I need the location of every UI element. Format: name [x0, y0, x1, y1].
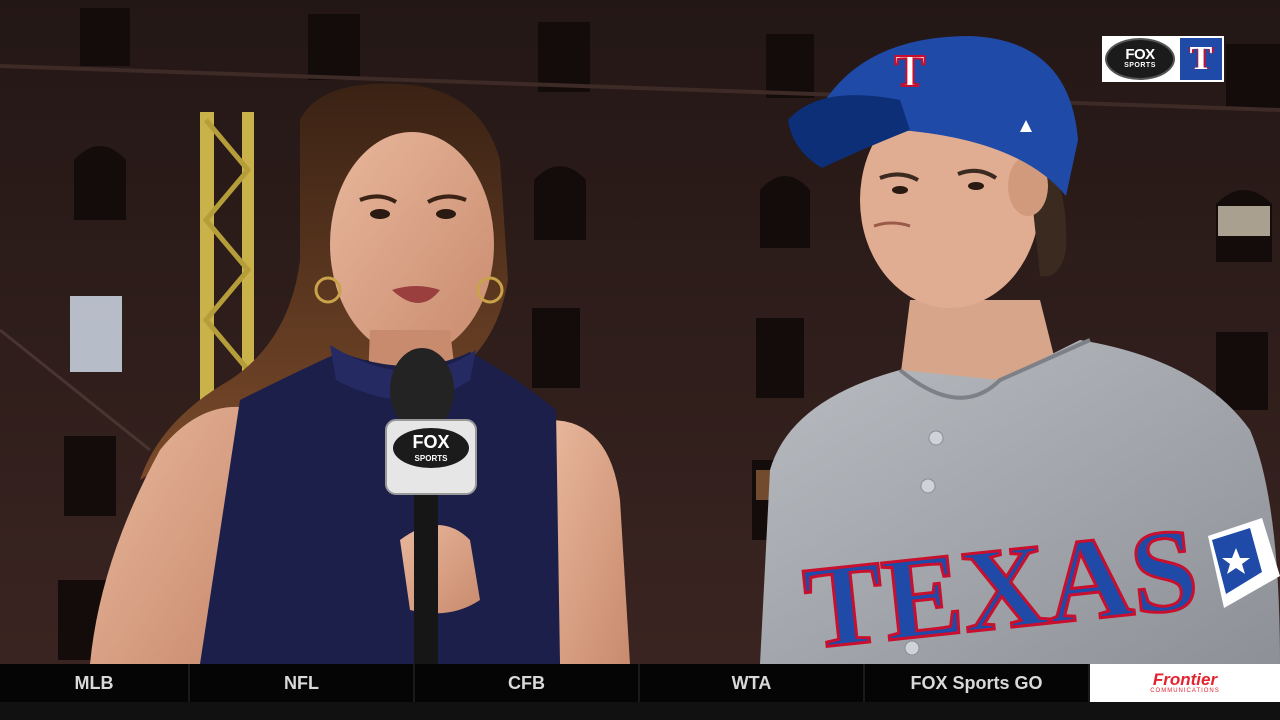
cap-logo: T: [895, 45, 926, 96]
sponsor-name: Frontier: [1152, 669, 1218, 689]
mic-flag-line2: SPORTS: [415, 454, 449, 463]
lit-window: [70, 296, 122, 372]
reporter-face: [330, 132, 494, 356]
nav-item-fox-sports-go[interactable]: FOX Sports GO: [865, 664, 1090, 702]
channel-nav-bar: MLB NFL CFB WTA FOX Sports GO Frontier C…: [0, 664, 1280, 702]
sponsor-subtitle: COMMUNICATIONS: [1150, 687, 1220, 694]
nav-item-nfl[interactable]: NFL: [190, 664, 415, 702]
fox-logo-line1: FOX: [1125, 46, 1155, 63]
reporter-hand: [400, 525, 480, 614]
fox-logo-line2: SPORTS: [1124, 62, 1156, 69]
bottom-strip: [0, 702, 1280, 720]
sponsor-logo[interactable]: Frontier COMMUNICATIONS: [1090, 664, 1280, 702]
fox-sports-logo: FOX SPORTS: [1102, 36, 1178, 82]
nav-item-mlb[interactable]: MLB: [0, 664, 190, 702]
interview-scene: FOX SPORTS TEXAS T: [0, 0, 1280, 664]
reporter-dress: [200, 352, 560, 664]
video-player[interactable]: FOX SPORTS TEXAS T FOX SPORTS T MLB NFL …: [0, 0, 1280, 720]
video-frame[interactable]: FOX SPORTS TEXAS T FOX SPORTS T: [0, 0, 1280, 664]
rangers-logo-letter: T: [1180, 38, 1222, 80]
rangers-logo: T: [1178, 36, 1224, 82]
nav-item-wta[interactable]: WTA: [640, 664, 865, 702]
mic-flag-line1: FOX: [412, 432, 449, 452]
lit-window-right: [1218, 206, 1270, 236]
broadcast-bug: FOX SPORTS T: [1102, 36, 1224, 82]
nav-item-cfb[interactable]: CFB: [415, 664, 640, 702]
